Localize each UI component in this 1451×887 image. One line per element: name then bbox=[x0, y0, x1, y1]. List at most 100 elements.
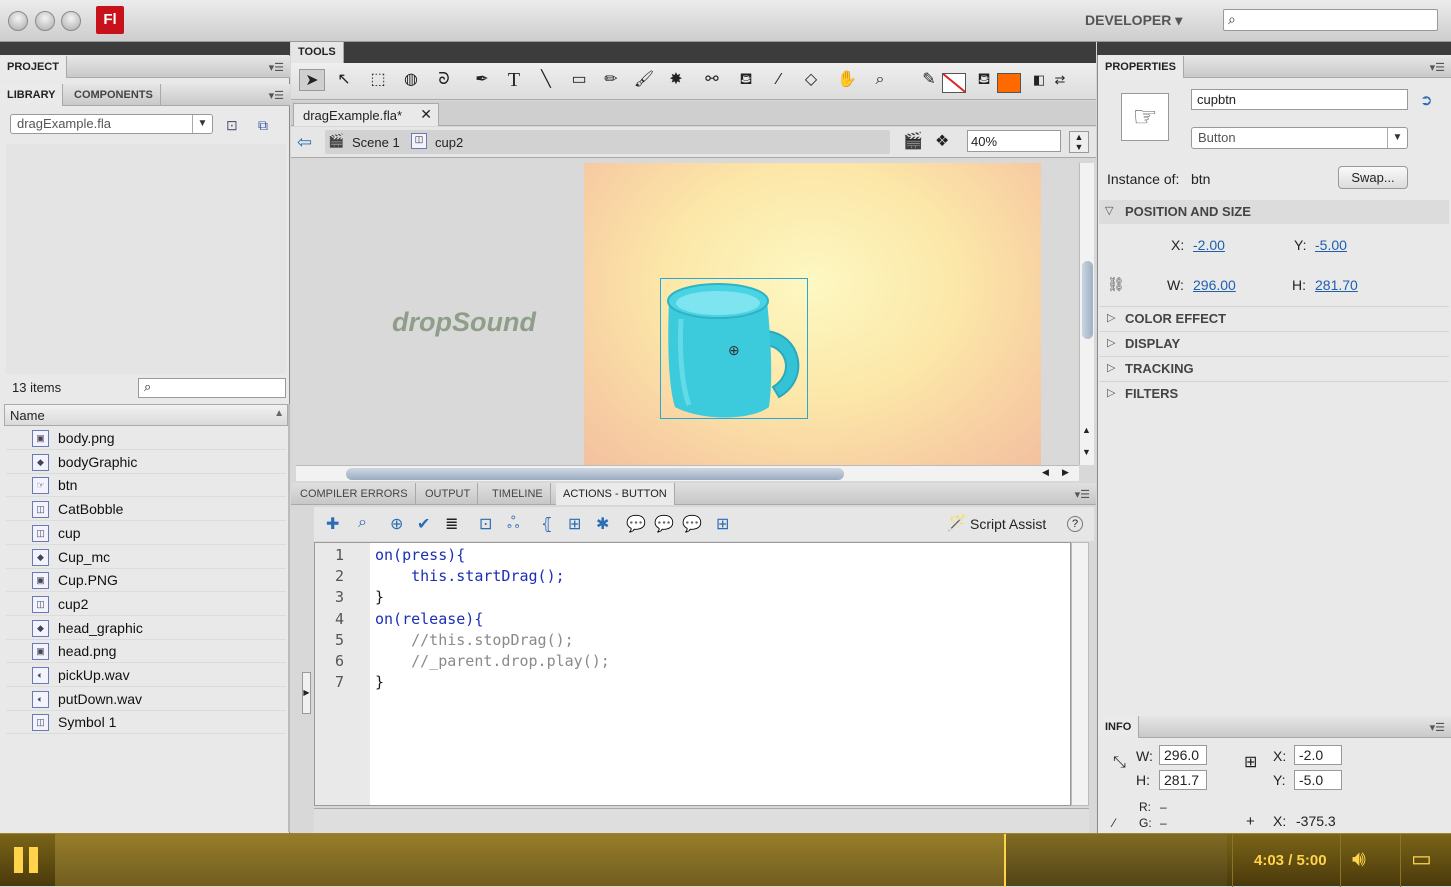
selection-tool-icon[interactable]: ➤ bbox=[299, 69, 325, 91]
zoom-stepper-icon[interactable]: ▲ ▼ bbox=[1069, 131, 1089, 153]
info-x-field[interactable]: -2.0 bbox=[1294, 745, 1342, 765]
library-item[interactable]: 🔈︎ putDown.wav bbox=[6, 688, 286, 711]
info-icon[interactable]: ➲ bbox=[1420, 91, 1433, 109]
add-statement-icon[interactable]: ✚ bbox=[326, 514, 339, 534]
vertical-scroll-thumb[interactable] bbox=[1082, 261, 1093, 339]
library-item[interactable]: ◆ Cup_mc bbox=[6, 546, 286, 569]
hand-tool-icon[interactable]: ✋ bbox=[834, 69, 860, 91]
stroke-color-swatch[interactable] bbox=[942, 73, 966, 93]
eyedropper-tool-icon[interactable]: ⁄ bbox=[766, 69, 792, 91]
tab-tools[interactable]: TOOLS bbox=[291, 42, 344, 63]
swap-colors-icon[interactable]: ⇄ bbox=[1047, 69, 1073, 91]
close-window-button[interactable] bbox=[8, 11, 28, 31]
code-line[interactable]: } bbox=[375, 673, 384, 691]
toolbox-collapse-handle[interactable]: ▶ bbox=[302, 672, 311, 714]
toggle-toolbox-icon[interactable]: ⊞ bbox=[716, 514, 729, 534]
remove-comment-icon[interactable]: 💬 bbox=[682, 514, 702, 534]
rectangle-tool-icon[interactable]: ▭ bbox=[566, 69, 592, 91]
subselection-tool-icon[interactable]: ↖ bbox=[331, 69, 357, 91]
scene-breadcrumb[interactable]: Scene 1 bbox=[352, 135, 400, 150]
tab-library[interactable]: LIBRARY bbox=[0, 84, 64, 106]
cup-button-instance[interactable]: ⊕ bbox=[660, 278, 808, 419]
scroll-right-arrow[interactable]: ▶ bbox=[1062, 467, 1069, 478]
paint-bucket-tool-icon[interactable]: ⛾ bbox=[733, 69, 759, 91]
find-icon[interactable]: ⌕ bbox=[358, 514, 367, 532]
close-icon[interactable]: ✕ bbox=[420, 106, 432, 123]
script-editor[interactable]: 1 2 3 4 5 6 7 on(press){ this.startDrag();} on(… bbox=[314, 542, 1071, 806]
line-tool-icon[interactable]: ╲ bbox=[533, 69, 559, 91]
code-line[interactable]: //_parent.drop.play(); bbox=[375, 652, 610, 670]
w-value[interactable]: 296.00 bbox=[1193, 277, 1236, 293]
symbol-type-select[interactable]: Button ▼ bbox=[1191, 127, 1408, 149]
stage-horizontal-scrollbar[interactable]: ◀ ▶ bbox=[296, 465, 1079, 481]
library-item[interactable]: 🔈︎ pickUp.wav bbox=[6, 664, 286, 687]
code-line[interactable]: on(press){ bbox=[375, 546, 465, 564]
lasso-tool-icon[interactable]: ᘐ bbox=[431, 69, 457, 91]
check-syntax-icon[interactable]: ✔ bbox=[417, 514, 430, 534]
library-item[interactable]: ◆ bodyGraphic bbox=[6, 451, 286, 474]
h-value[interactable]: 281.70 bbox=[1315, 277, 1358, 293]
code-hint-icon[interactable]: ⊡ bbox=[479, 514, 492, 534]
swap-button[interactable]: Swap... bbox=[1338, 166, 1408, 189]
help-search-input[interactable]: ⌕ bbox=[1223, 9, 1438, 31]
library-item[interactable]: ☞ btn bbox=[6, 474, 286, 498]
fullscreen-icon[interactable]: ▭ bbox=[1411, 846, 1432, 872]
code-line[interactable]: this.startDrag(); bbox=[375, 567, 565, 585]
free-transform-tool-icon[interactable]: ⬚ bbox=[365, 69, 391, 91]
code-line[interactable]: on(release){ bbox=[375, 610, 483, 628]
library-name-column-header[interactable]: Name ▲ bbox=[4, 404, 288, 426]
edit-symbols-icon[interactable]: ❖ bbox=[935, 131, 949, 151]
fill-color-swatch[interactable] bbox=[997, 73, 1021, 93]
section-display[interactable]: ▷ DISPLAY bbox=[1099, 331, 1449, 355]
block-comment-icon[interactable]: 💬 bbox=[626, 514, 646, 534]
document-tab[interactable]: dragExample.fla* ✕ bbox=[293, 103, 439, 126]
tab-project[interactable]: PROJECT bbox=[0, 56, 67, 78]
code-line[interactable]: } bbox=[375, 588, 384, 606]
brush-tool-icon[interactable]: 🖌 bbox=[631, 69, 657, 91]
workspace-switcher[interactable]: DEVELOPER ▾ bbox=[1085, 12, 1182, 29]
info-w-field[interactable]: 296.0 bbox=[1159, 745, 1207, 765]
collapse-braces-icon[interactable]: ⦃ bbox=[541, 514, 553, 534]
target-path-icon[interactable]: ⊕ bbox=[390, 514, 403, 534]
panel-menu-icon[interactable]: ▾☰ bbox=[1430, 721, 1445, 734]
registration-grid-icon[interactable]: ⊞ bbox=[1244, 752, 1257, 772]
stage-vertical-scrollbar[interactable]: ▲ ▼ bbox=[1079, 163, 1094, 465]
library-search-input[interactable]: ⌕ bbox=[138, 378, 286, 398]
edit-scene-icon[interactable]: 🎬 bbox=[903, 131, 923, 151]
library-file-select[interactable]: dragExample.fla ▼ bbox=[10, 114, 213, 134]
section-filters[interactable]: ▷ FILTERS bbox=[1099, 381, 1449, 405]
eraser-tool-icon[interactable]: ◇ bbox=[798, 69, 824, 91]
tab-timeline[interactable]: TIMELINE bbox=[485, 483, 551, 505]
seek-track[interactable] bbox=[55, 834, 1227, 887]
library-item[interactable]: ◫ CatBobble bbox=[6, 498, 286, 522]
pencil-tool-icon[interactable]: ✏ bbox=[598, 69, 624, 91]
lock-proportions-icon[interactable]: ⛓ bbox=[1107, 276, 1125, 293]
library-item[interactable]: ▣ head.png bbox=[6, 640, 286, 664]
library-item[interactable]: ◫ Symbol 1 bbox=[6, 711, 286, 735]
position-size-section[interactable]: ▽ POSITION AND SIZE bbox=[1099, 200, 1449, 224]
pen-tool-icon[interactable]: ✒ bbox=[469, 69, 495, 91]
playhead[interactable] bbox=[1004, 834, 1006, 887]
symbol-breadcrumb[interactable]: cup2 bbox=[435, 135, 463, 150]
tab-components[interactable]: COMPONENTS bbox=[67, 84, 161, 106]
library-item[interactable]: ◫ cup bbox=[6, 522, 286, 545]
code-line[interactable]: //this.stopDrag(); bbox=[375, 631, 574, 649]
deco-tool-icon[interactable]: ✸ bbox=[663, 69, 689, 91]
section-color-effect[interactable]: ▷ COLOR EFFECT bbox=[1099, 306, 1449, 330]
zoom-field[interactable]: 40% bbox=[967, 130, 1061, 152]
panel-menu-icon[interactable]: ▾☰ bbox=[1075, 488, 1090, 501]
x-value[interactable]: -2.00 bbox=[1193, 237, 1225, 253]
library-item[interactable]: ◆ head_graphic bbox=[6, 617, 286, 640]
collapse-selection-icon[interactable]: ⊞ bbox=[568, 514, 581, 534]
tab-output[interactable]: OUTPUT bbox=[418, 483, 479, 505]
script-scrollbar[interactable] bbox=[1071, 542, 1089, 806]
bone-tool-icon[interactable]: ⚯ bbox=[699, 69, 725, 91]
pause-icon[interactable] bbox=[14, 847, 23, 873]
script-assist-button[interactable]: Script Assist bbox=[970, 516, 1046, 532]
volume-icon[interactable]: 🔊︎ bbox=[1352, 846, 1366, 872]
scroll-down-arrow[interactable]: ▼ bbox=[1082, 447, 1091, 457]
tab-info[interactable]: INFO bbox=[1098, 716, 1140, 738]
pin-library-icon[interactable]: ⊡ bbox=[226, 117, 238, 134]
y-value[interactable]: -5.00 bbox=[1315, 237, 1347, 253]
new-library-panel-icon[interactable]: ⧉ bbox=[258, 117, 268, 134]
